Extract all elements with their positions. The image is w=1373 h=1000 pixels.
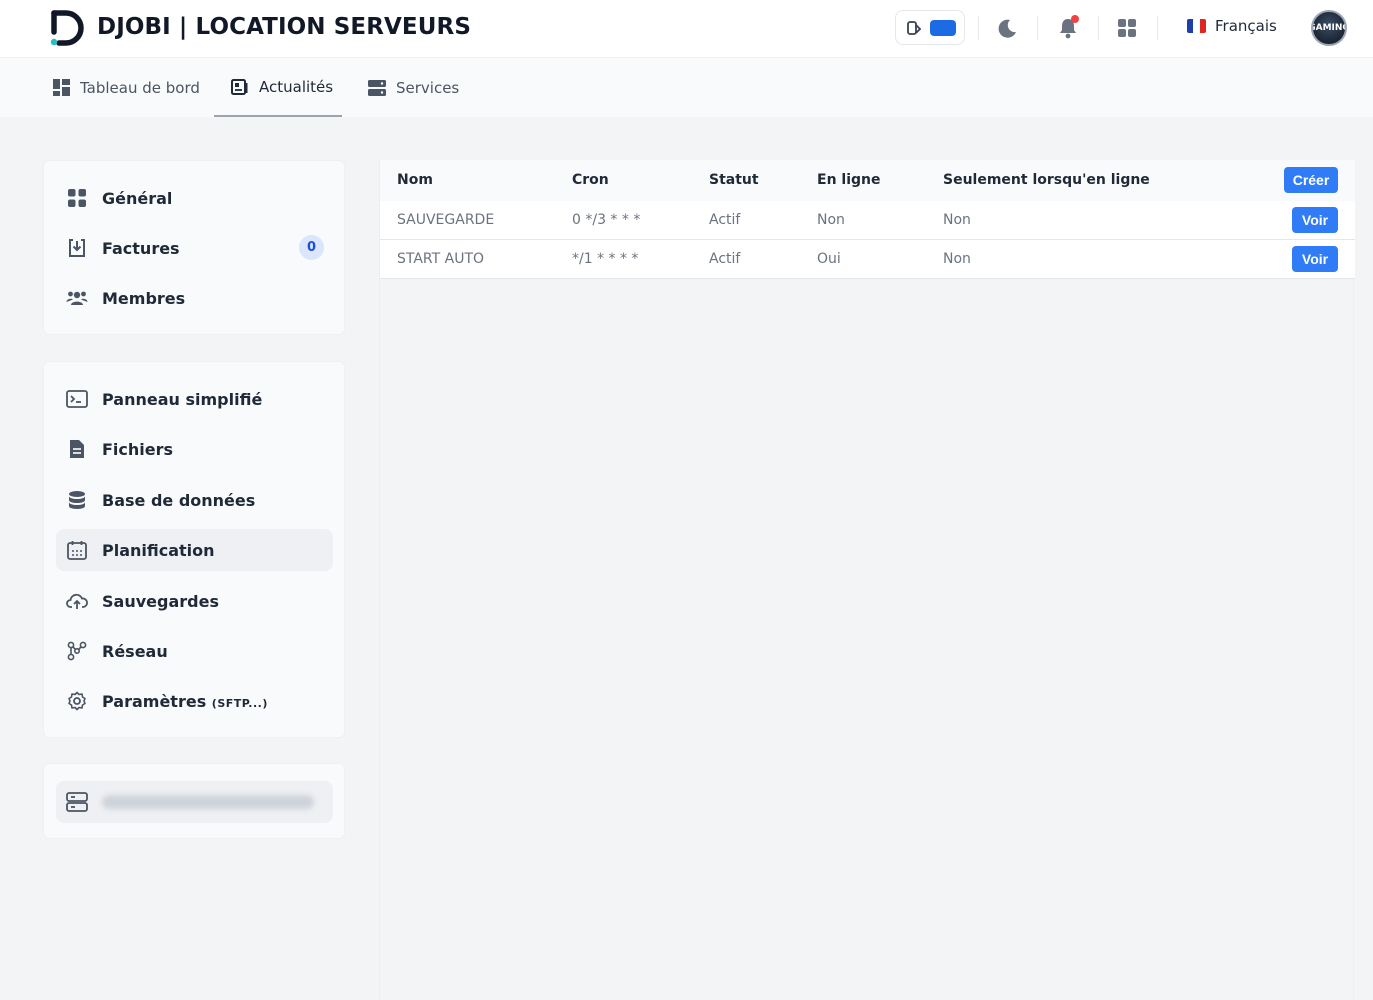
language-selector[interactable]: Français [1187, 17, 1277, 35]
cell-status: Actif [709, 212, 741, 228]
language-label: Français [1215, 17, 1277, 35]
sidebar-item-label: Panneau simplifié [102, 389, 263, 409]
cloud-backup-icon [66, 593, 88, 609]
terminal-icon [66, 390, 88, 408]
france-flag-icon [1187, 19, 1206, 33]
cell-cron: 0 */3 * * * [572, 212, 641, 228]
file-icon [70, 440, 84, 458]
tab-services-label: Services [396, 78, 460, 97]
tab-dashboard[interactable]: Tableau de bord [52, 58, 200, 117]
sidebar-item-database[interactable]: Base de données [56, 479, 333, 521]
sidebar-item-invoices[interactable]: Factures 0 [56, 227, 333, 269]
tab-news-label: Actualités [259, 77, 334, 96]
dashboard-icon [52, 79, 70, 96]
view-button[interactable]: Voir [1292, 246, 1338, 272]
sidebar-item-files[interactable]: Fichiers [56, 428, 333, 470]
sidebar-item-label: Factures [102, 238, 180, 258]
column-header-cron: Cron [572, 172, 609, 188]
view-button[interactable]: Voir [1292, 207, 1338, 233]
toggle-indicator [930, 20, 956, 36]
database-icon [69, 491, 85, 509]
cell-name: SAUVEGARDE [397, 212, 495, 228]
main-nav: Tableau de bord Actualités Services [0, 58, 1373, 117]
paint-brush-icon [907, 21, 922, 35]
top-header: DJOBI | LOCATION SERVEURS Français AMIN [0, 0, 1373, 58]
server-icon [368, 79, 386, 96]
settings-icon [68, 691, 86, 711]
sidebar-item-members[interactable]: Membres [56, 277, 333, 319]
column-header-only-when-online: Seulement lorsqu'en ligne [943, 172, 1150, 188]
header-divider [1157, 16, 1158, 40]
moon-icon [998, 19, 1016, 38]
cell-only-when-online: Non [943, 251, 971, 267]
column-header-name: Nom [397, 172, 433, 188]
invoice-count-badge: 0 [299, 235, 324, 260]
settings-suffix: (SFTP...) [211, 696, 268, 710]
header-divider [978, 16, 979, 40]
sidebar-item-label: Base de données [102, 490, 256, 510]
table-row: START AUTO */1 * * * * Actif Oui Non Voi… [380, 240, 1355, 279]
sidebar-item-backups[interactable]: Sauvegardes [56, 580, 333, 622]
server-selector[interactable] [56, 781, 333, 823]
sidebar-server-card: Panneau simplifié Fichiers Base de donné… [43, 361, 345, 738]
calendar-icon [67, 541, 87, 560]
notifications-button[interactable] [1054, 14, 1082, 42]
cell-status: Actif [709, 251, 741, 267]
tab-dashboard-label: Tableau de bord [80, 78, 200, 97]
server-icon [66, 792, 88, 812]
sidebar-item-label: Membres [102, 288, 186, 308]
brand-logo-icon[interactable] [50, 10, 86, 46]
apps-button[interactable] [1113, 14, 1141, 42]
cell-only-when-online: Non [943, 212, 971, 228]
server-name-blurred [102, 795, 314, 809]
schedules-panel: Nom Cron Statut En ligne Seulement lorsq… [379, 160, 1355, 1000]
cell-name: START AUTO [397, 251, 485, 267]
invoice-icon [69, 239, 85, 257]
sidebar-item-label: Sauvegardes [102, 591, 219, 611]
network-icon [67, 641, 87, 661]
brand-title[interactable]: DJOBI | LOCATION SERVEURS [97, 14, 471, 40]
sidebar-item-simple-panel[interactable]: Panneau simplifié [56, 378, 333, 420]
theme-toggle[interactable] [895, 10, 965, 45]
users-icon [66, 291, 88, 305]
grid-icon [68, 189, 86, 207]
tab-services[interactable]: Services [368, 58, 459, 117]
server-selector-card [43, 763, 345, 839]
cell-cron: */1 * * * * [572, 251, 639, 267]
notification-dot [1071, 15, 1079, 23]
sidebar-item-label: Paramètres (SFTP...) [102, 691, 268, 711]
sidebar-item-general[interactable]: Général [56, 177, 333, 219]
column-header-online: En ligne [817, 172, 881, 188]
news-icon [231, 78, 248, 95]
header-divider [1098, 16, 1099, 40]
tab-news[interactable]: Actualités [214, 58, 342, 117]
sidebar-item-settings[interactable]: Paramètres (SFTP...) [56, 680, 333, 722]
sidebar-item-label: Réseau [102, 641, 168, 661]
create-button[interactable]: Créer [1284, 167, 1338, 193]
sidebar-item-scheduling[interactable]: Planification [56, 529, 333, 571]
sidebar-item-label: Fichiers [102, 439, 174, 459]
column-header-status: Statut [709, 172, 759, 188]
avatar-text: GAMING [1313, 23, 1345, 33]
dark-mode-button[interactable] [993, 14, 1021, 42]
table-row: SAUVEGARDE 0 */3 * * * Actif Non Non Voi… [380, 201, 1355, 240]
cell-online: Oui [817, 251, 841, 267]
sidebar-item-label: Planification [102, 540, 215, 560]
table-header: Nom Cron Statut En ligne Seulement lorsq… [380, 160, 1355, 201]
sidebar-item-network[interactable]: Réseau [56, 630, 333, 672]
cell-online: Non [817, 212, 845, 228]
sidebar-general-card: Général Factures 0 Membres [43, 160, 345, 335]
header-divider [1037, 16, 1038, 40]
avatar[interactable]: GAMING [1311, 10, 1347, 46]
apps-grid-icon [1118, 19, 1136, 37]
sidebar-item-label: Général [102, 188, 173, 208]
